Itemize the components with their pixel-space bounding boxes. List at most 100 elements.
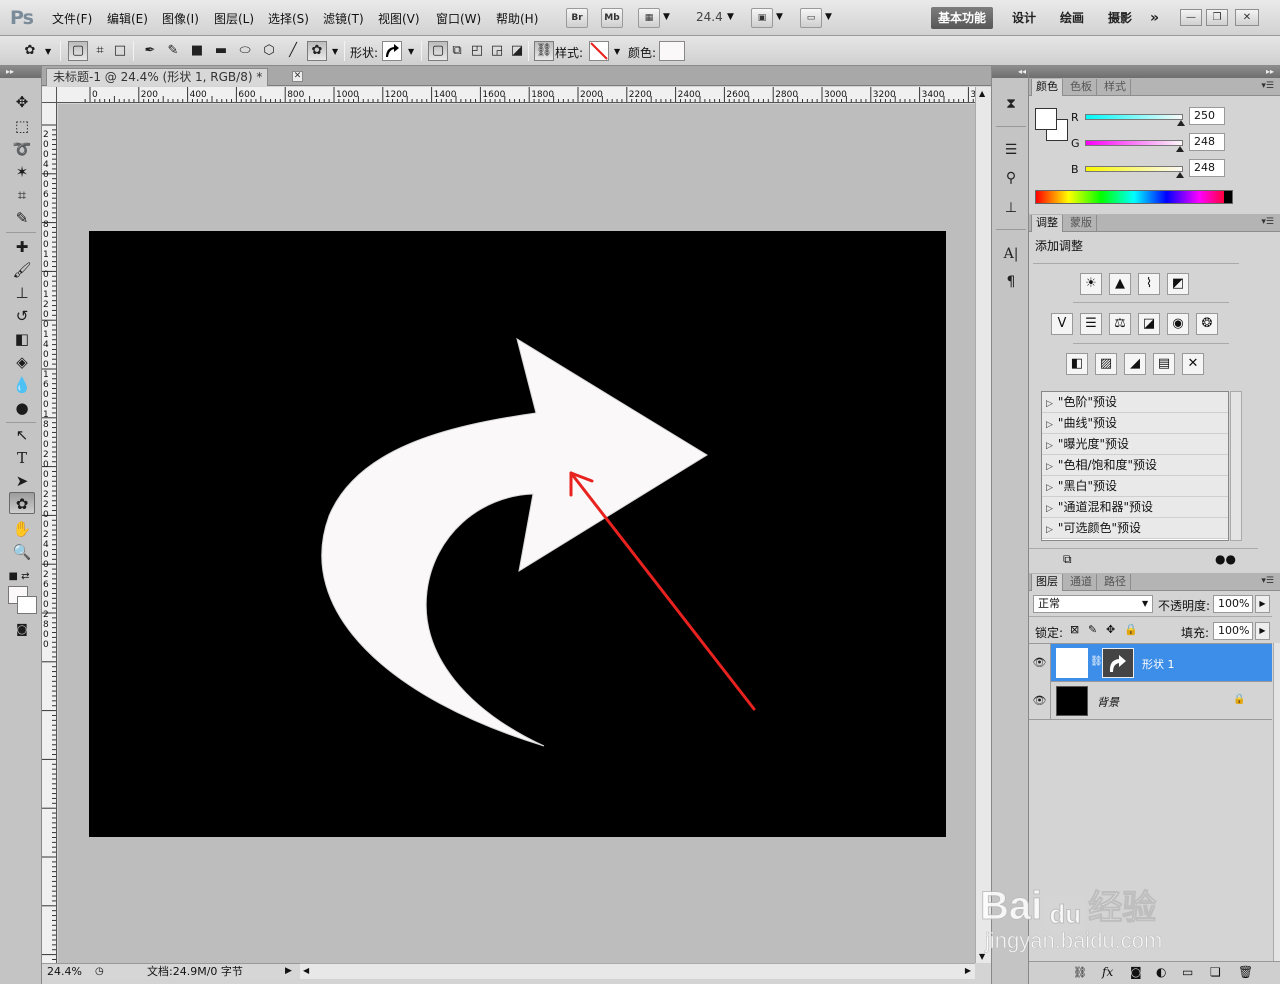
close-tab-icon[interactable]: ✕ <box>292 71 303 82</box>
panel-grip[interactable]: ▸▸ <box>0 66 41 78</box>
color-swatch[interactable] <box>659 41 685 61</box>
paragraph-panel-icon[interactable]: ¶ <box>1001 272 1021 292</box>
shape-layers-icon[interactable]: ▢ <box>68 41 88 61</box>
clone-stamp-icon[interactable]: ⊥ <box>9 282 35 304</box>
marquee-tool-icon[interactable]: ⬚ <box>9 115 35 137</box>
history-panel-icon[interactable]: ⧗ <box>1001 94 1021 114</box>
visibility-eye-icon[interactable]: 👁 <box>1029 682 1051 720</box>
green-thumb[interactable] <box>1176 146 1184 152</box>
threshold-icon[interactable]: ◢ <box>1124 353 1146 375</box>
visibility-eye-icon[interactable]: 👁 <box>1029 644 1051 682</box>
brush-tool-icon[interactable]: 🖌 <box>9 259 35 281</box>
list-item[interactable]: ▷ "黑白"预设 <box>1042 476 1228 497</box>
layer-name[interactable]: 形状 1 <box>1142 656 1175 672</box>
blue-slider[interactable]: B 248 <box>1071 159 1271 180</box>
zoom-tool-icon[interactable]: 🔍 <box>9 541 35 563</box>
selective-color-icon[interactable]: ✕ <box>1182 353 1204 375</box>
blue-thumb[interactable] <box>1176 172 1184 178</box>
layer-row-shape[interactable]: 👁 ⛓ 形状 1 <box>1029 644 1272 682</box>
scroll-right-icon[interactable]: ▶ <box>965 966 971 975</box>
list-item[interactable]: ▷ "曝光度"预设 <box>1042 434 1228 455</box>
tab-masks[interactable]: 蒙版 <box>1066 215 1097 232</box>
menu-select[interactable]: 选择(S) <box>268 10 309 27</box>
restore-button[interactable]: ❐ <box>1206 9 1228 26</box>
layer-fill-thumbnail[interactable] <box>1056 648 1088 678</box>
opacity-input[interactable]: 100% <box>1213 595 1253 613</box>
lasso-tool-icon[interactable]: ➰ <box>9 138 35 160</box>
tool-preset-icon[interactable]: ✿ <box>20 41 40 61</box>
green-track[interactable] <box>1085 140 1183 146</box>
custom-shape-icon[interactable]: ✿ <box>307 41 327 61</box>
rectangle-tool-icon[interactable]: ■ <box>187 41 207 61</box>
healing-brush-icon[interactable]: ✚ <box>9 236 35 258</box>
vertical-ruler[interactable]: 2004006008001000120014001600180020002200… <box>42 103 57 963</box>
add-mask-icon[interactable]: ◙ <box>1130 965 1142 979</box>
tab-channels[interactable]: 通道 <box>1066 574 1097 591</box>
pen-tool-icon[interactable]: ✒ <box>140 41 160 61</box>
tab-adjustments[interactable]: 调整 <box>1031 215 1063 232</box>
new-shape-layer-icon[interactable]: ▢ <box>428 41 448 61</box>
freeform-pen-icon[interactable]: ✎ <box>163 41 183 61</box>
horizontal-ruler[interactable]: 0 200 400 600 800 1000 1200 1400 1600 1800 2000 220… <box>57 87 975 103</box>
eyedropper-icon[interactable]: ✎ <box>9 207 35 229</box>
workspace-design[interactable]: 设计 <box>1005 7 1043 29</box>
bridge-button[interactable]: Br <box>566 8 588 28</box>
layer-row-background[interactable]: 👁 背景 🔒 <box>1029 682 1272 720</box>
crop-tool-icon[interactable]: ⌗ <box>9 184 35 206</box>
dodge-tool-icon[interactable]: ● <box>9 397 35 419</box>
red-slider[interactable]: R 250 <box>1071 107 1271 128</box>
paint-bucket-icon[interactable]: ◈ <box>9 351 35 373</box>
default-colors-icon[interactable]: ■ ⇄ <box>6 566 32 588</box>
style-none-swatch-icon[interactable] <box>589 41 609 61</box>
return-to-list-icon[interactable]: ⧉ <box>1063 552 1072 567</box>
presets-scrollbar[interactable] <box>1230 391 1242 541</box>
horizontal-scrollbar[interactable]: ◀ ▶ <box>300 963 975 979</box>
blue-value[interactable]: 248 <box>1189 159 1225 177</box>
blend-mode-select[interactable]: 正常 <box>1033 595 1153 613</box>
screen-mode-icon[interactable]: ▭ <box>800 8 822 28</box>
spectrum-black-chip[interactable] <box>1224 191 1232 203</box>
layer-style-fx-button[interactable]: fx <box>1102 965 1113 979</box>
color-balance-icon[interactable]: ⚖ <box>1109 313 1131 335</box>
close-button[interactable]: ✕ <box>1235 9 1259 26</box>
chevron-down-icon[interactable]: ▼ <box>727 12 734 22</box>
lock-pixels-icon[interactable]: ✎ <box>1088 623 1097 636</box>
chevron-down-icon[interactable]: ▼ <box>332 47 338 56</box>
intersect-shape-area-icon[interactable]: ◲ <box>487 41 507 61</box>
layers-scrollbar[interactable] <box>1273 643 1280 961</box>
move-tool-icon[interactable]: ✥ <box>9 91 35 113</box>
ruler-origin[interactable] <box>42 87 57 103</box>
brightness-contrast-icon[interactable]: ☀ <box>1080 273 1102 295</box>
gradient-map-icon[interactable]: ▤ <box>1153 353 1175 375</box>
green-slider[interactable]: G 248 <box>1071 133 1271 154</box>
layer-name[interactable]: 背景 <box>1097 694 1119 710</box>
chevron-down-icon[interactable]: ▼ <box>614 47 620 56</box>
blue-track[interactable] <box>1085 166 1183 172</box>
custom-shape-tool-icon[interactable]: ✿ <box>9 492 35 514</box>
fill-pixels-icon[interactable]: □ <box>110 41 130 61</box>
paths-mode-icon[interactable]: ⌗ <box>90 41 110 61</box>
menu-view[interactable]: 视图(V) <box>378 10 420 27</box>
document-canvas[interactable] <box>89 231 946 837</box>
tab-color[interactable]: 颜色 <box>1031 79 1063 96</box>
rounded-rectangle-icon[interactable]: ▬ <box>211 41 231 61</box>
chevron-down-icon[interactable]: ▼ <box>45 47 51 56</box>
panel-menu-icon[interactable]: ▾☰ <box>1261 81 1274 91</box>
link-style-icon[interactable]: ⛓ <box>534 41 554 61</box>
menu-layer[interactable]: 图层(L) <box>214 10 254 27</box>
exclude-shape-area-icon[interactable]: ◪ <box>507 41 527 61</box>
fill-slider-arrow-icon[interactable]: ▶ <box>1255 622 1270 640</box>
adjust-options-icon[interactable]: ●● <box>1215 552 1236 566</box>
quick-mask-icon[interactable]: ◙ <box>9 618 35 640</box>
chevron-down-icon[interactable]: ▼ <box>1142 599 1148 608</box>
menu-image[interactable]: 图像(I) <box>162 10 199 27</box>
vector-mask-thumbnail[interactable] <box>1102 648 1134 678</box>
background-color-swatch[interactable] <box>17 596 37 614</box>
list-item[interactable]: ▷ "曲线"预设 <box>1042 413 1228 434</box>
delete-layer-icon[interactable]: 🗑 <box>1238 965 1253 979</box>
red-track[interactable] <box>1085 114 1183 120</box>
direct-select-icon[interactable]: ➤ <box>9 470 35 492</box>
panel-collapse-grip[interactable]: ▸▸ <box>1029 66 1280 78</box>
blur-tool-icon[interactable]: 💧 <box>9 374 35 396</box>
panel-menu-icon[interactable]: ▾☰ <box>1261 576 1274 586</box>
